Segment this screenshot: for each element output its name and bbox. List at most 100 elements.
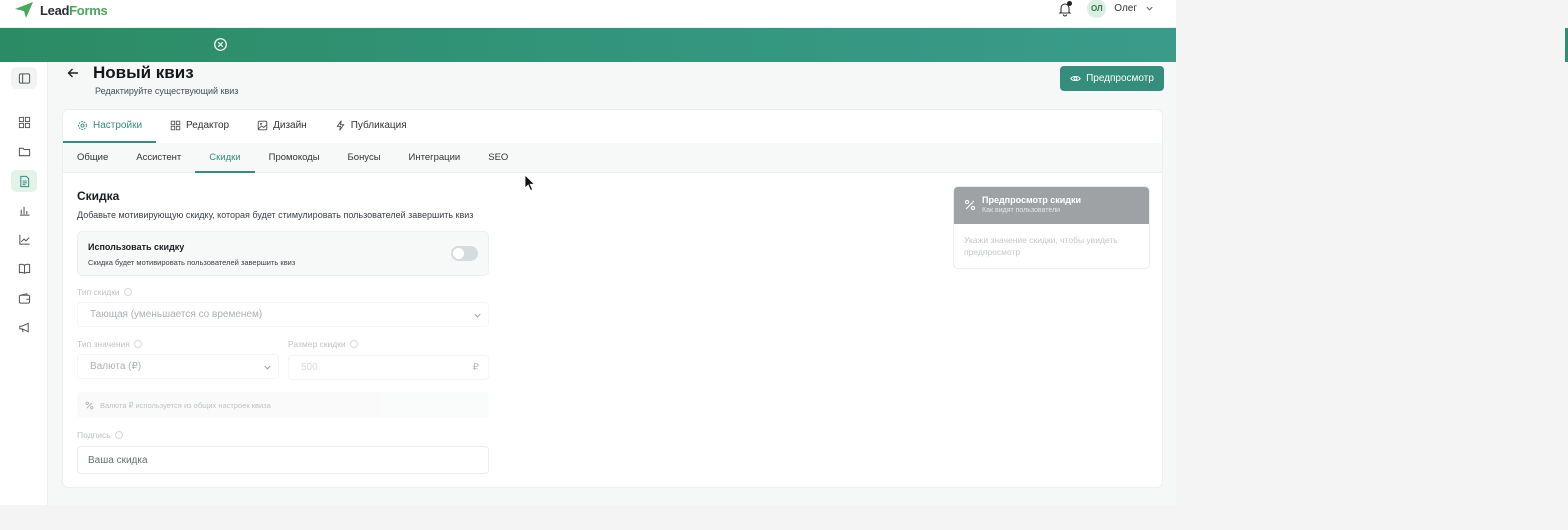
user-area: ОЛ Олег	[1057, 0, 1154, 18]
image-icon	[257, 120, 268, 131]
grid-icon	[170, 120, 181, 131]
folder-icon	[18, 147, 30, 156]
percent-icon	[85, 401, 94, 409]
main-tabs: Настройки Редактор Дизайн Публикация	[63, 110, 1162, 143]
subtab-integrations[interactable]: Интеграции	[395, 143, 475, 173]
discount-preview-card: Предпросмотр скидки Как видят пользовате…	[953, 186, 1150, 269]
sidebar-item-marketing[interactable]	[11, 316, 37, 338]
subtab-seo[interactable]: SEO	[474, 143, 522, 173]
currency-note: Валюта ₽ используется из общих настроек …	[77, 392, 489, 418]
page-header: Новый квиз Редактируйте существующий кви…	[62, 62, 1164, 108]
sidebar-item-knowledge[interactable]	[11, 257, 37, 279]
subtab-promocodes[interactable]: Промокоды	[255, 143, 334, 173]
discount-type-label-text: Тип скидки	[77, 287, 120, 297]
sidebar-item-quizzes[interactable]	[11, 170, 37, 192]
subtab-general[interactable]: Общие	[63, 143, 122, 173]
chevron-down-icon	[474, 313, 481, 318]
discount-size-input[interactable]: 500 ₽	[288, 355, 489, 380]
preview-button-label: Предпросмотр	[1086, 73, 1154, 84]
discount-type-select[interactable]: Тающая (уменьшается со временем)	[77, 302, 489, 327]
sidebar-item-folders[interactable]	[11, 140, 37, 162]
subtab-assistant[interactable]: Ассистент	[122, 143, 195, 173]
discount-preview-title: Предпросмотр скидки	[982, 195, 1082, 205]
caption-value: Ваша скидка	[88, 454, 148, 466]
tab-publish-label: Публикация	[350, 120, 407, 131]
chevron-down-icon[interactable]	[1145, 4, 1154, 13]
section-title: Скидка	[77, 189, 120, 203]
value-type-label-text: Тип значения	[77, 339, 130, 349]
use-discount-box: Использовать скидку Скидка будет мотивир…	[77, 231, 489, 276]
info-icon[interactable]	[114, 431, 123, 439]
book-icon	[18, 263, 30, 274]
use-discount-title: Использовать скидку	[88, 242, 185, 252]
notification-dot	[1067, 0, 1073, 6]
page-title: Новый квиз	[93, 63, 194, 82]
use-discount-toggle[interactable]	[451, 246, 478, 261]
wallet-icon	[18, 292, 30, 304]
logo-forms-text: Forms	[69, 2, 108, 18]
bar-chart-icon	[19, 206, 30, 216]
sidebar-item-stats[interactable]	[11, 228, 37, 250]
discount-type-label: Тип скидки	[77, 287, 132, 297]
line-chart-icon	[18, 234, 30, 245]
discount-type-value: Тающая (уменьшается со временем)	[90, 309, 263, 320]
close-circle-icon[interactable]	[213, 37, 228, 52]
eye-icon	[1070, 75, 1081, 82]
top-bar: Lead Forms ОЛ Олег	[0, 0, 1176, 28]
discount-preview-header: Предпросмотр скидки Как видят пользовате…	[954, 187, 1149, 224]
tab-publish[interactable]: Публикация	[321, 110, 421, 143]
bell-icon[interactable]	[1057, 0, 1073, 17]
megaphone-icon	[18, 322, 29, 332]
discount-size-placeholder: 500	[301, 362, 318, 373]
value-type-select[interactable]: Валюта (₽)	[77, 354, 279, 379]
page-subtitle: Редактируйте существующий квиз	[95, 86, 239, 96]
app-window: Lead Forms ОЛ Олег Новый квиз Редактируй…	[0, 0, 1176, 505]
subtab-bonuses[interactable]: Бонусы	[334, 143, 395, 173]
discount-preview-subtitle: Как видят пользователи	[982, 207, 1061, 214]
promo-banner	[0, 28, 1176, 62]
caption-input[interactable]: Ваша скидка	[77, 446, 489, 474]
dashboard-icon	[18, 116, 30, 128]
avatar[interactable]: ОЛ	[1087, 0, 1107, 18]
logo-lead-text: Lead	[40, 2, 70, 18]
tab-settings[interactable]: Настройки	[63, 110, 157, 143]
tab-design-label: Дизайн	[273, 120, 307, 131]
info-icon[interactable]	[133, 340, 142, 348]
sidebar-item-wallet[interactable]	[11, 287, 37, 309]
discount-size-label-text: Размер скидки	[288, 339, 346, 349]
caption-label-text: Подпись	[77, 430, 111, 440]
logo-arrow-icon	[15, 2, 33, 18]
sidebar-item-dashboard[interactable]	[11, 111, 37, 133]
back-arrow-icon[interactable]	[66, 66, 80, 80]
sidebar-item-analytics[interactable]	[11, 199, 37, 221]
document-icon	[19, 175, 29, 187]
sub-tabs: Общие Ассистент Скидки Промокоды Бонусы …	[63, 143, 1162, 173]
value-type-label: Тип значения	[77, 339, 142, 349]
discount-preview-body: Укажи значение скидки, чтобы увидеть пре…	[964, 235, 1118, 257]
tab-editor-label: Редактор	[186, 120, 230, 131]
currency-symbol: ₽	[472, 362, 479, 373]
discount-size-label: Размер скидки	[288, 339, 358, 349]
sidebar-panel-icon	[18, 72, 30, 84]
sidebar	[0, 62, 48, 505]
chevron-down-icon	[264, 365, 271, 370]
currency-note-text: Валюта ₽ используется из общих настроек …	[100, 400, 271, 410]
tab-editor[interactable]: Редактор	[156, 110, 243, 143]
preview-button[interactable]: Предпросмотр	[1060, 66, 1164, 91]
caption-label: Подпись	[77, 430, 123, 440]
value-type-value: Валюта (₽)	[90, 361, 142, 372]
tab-design[interactable]: Дизайн	[243, 110, 321, 143]
use-discount-description: Скидка будет мотивировать пользователей …	[88, 258, 296, 267]
section-description: Добавьте мотивирующую скидку, которая бу…	[77, 210, 474, 220]
settings-card: Настройки Редактор Дизайн Публикация Общ…	[62, 109, 1163, 488]
percent-icon	[964, 199, 976, 211]
info-icon[interactable]	[123, 288, 132, 296]
info-icon[interactable]	[349, 340, 358, 348]
sidebar-toggle-button[interactable]	[11, 67, 37, 89]
mouse-cursor-icon	[524, 174, 536, 192]
tab-settings-label: Настройки	[93, 120, 143, 131]
toggle-knob	[453, 248, 464, 259]
logo[interactable]: Lead Forms	[14, 0, 108, 20]
subtab-discounts[interactable]: Скидки	[195, 143, 255, 173]
user-name[interactable]: Олег	[1114, 3, 1137, 14]
